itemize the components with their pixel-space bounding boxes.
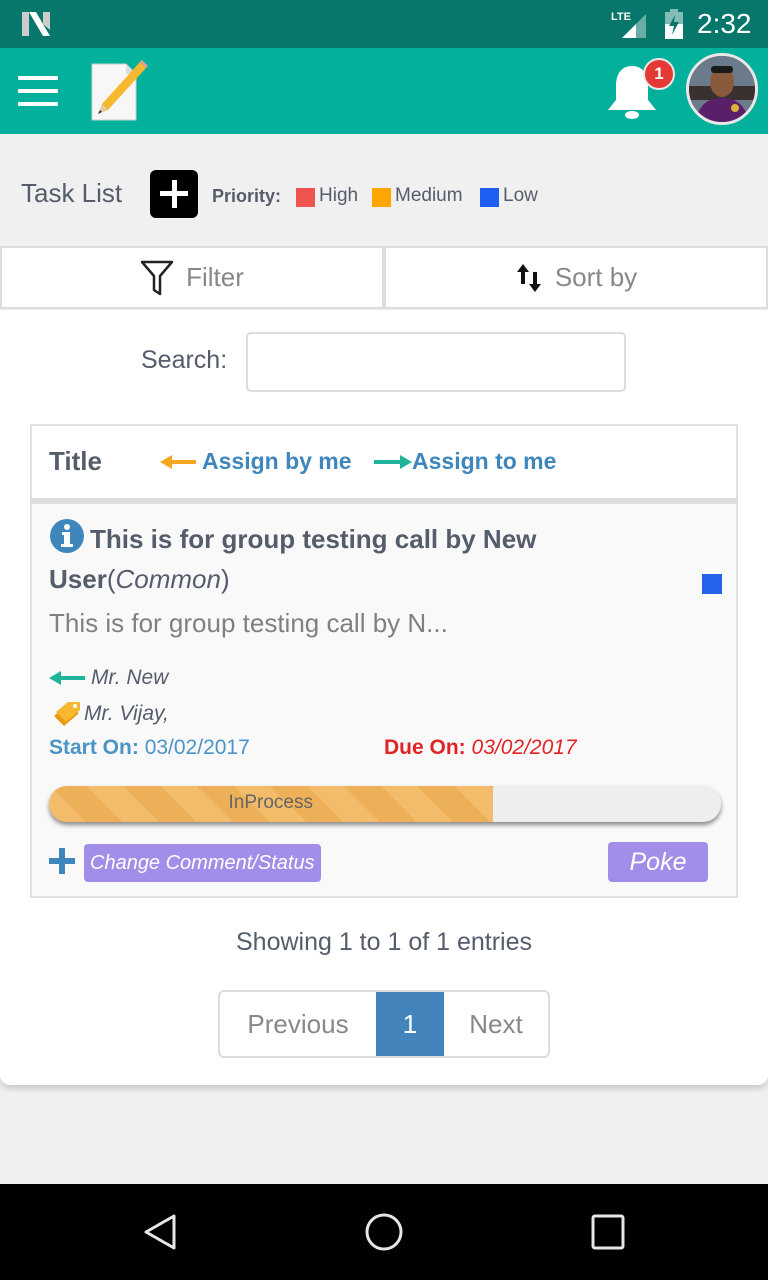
due-date: Due On: 03/02/2017 xyxy=(384,736,577,760)
table-header: Title Assign by me Assign to me xyxy=(30,424,738,500)
user-avatar[interactable] xyxy=(686,53,758,125)
search-label: Search: xyxy=(141,346,228,374)
priority-indicator xyxy=(702,574,722,594)
plus-icon[interactable] xyxy=(49,848,75,874)
status-progress-bar: InProcess xyxy=(49,786,721,822)
page-title: Task List xyxy=(21,178,123,208)
task-title[interactable]: This is for group testing call by New xyxy=(90,524,536,555)
start-date-label: Start On: xyxy=(49,736,139,759)
legend-medium: Medium xyxy=(372,184,463,207)
battery-icon xyxy=(665,9,683,39)
poke-button[interactable]: Poke xyxy=(608,842,708,882)
high-swatch xyxy=(296,188,315,207)
home-icon[interactable] xyxy=(364,1212,404,1252)
search-input[interactable] xyxy=(246,332,626,392)
app-bar: 1 xyxy=(0,48,768,134)
tags-icon xyxy=(54,702,80,726)
info-icon[interactable] xyxy=(49,518,85,554)
legend-label: High xyxy=(319,184,359,206)
due-date-value: 03/02/2017 xyxy=(471,736,577,759)
recents-icon[interactable] xyxy=(590,1212,626,1252)
next-page-button[interactable]: Next xyxy=(444,992,548,1056)
assign-by-me-label: Assign by me xyxy=(202,448,352,474)
status-bar: LTE 2:32 xyxy=(0,0,768,48)
sort-label: Sort by xyxy=(554,262,638,292)
filter-label: Filter xyxy=(186,262,244,292)
page-1-button[interactable]: 1 xyxy=(376,992,444,1056)
svg-text:LTE: LTE xyxy=(611,11,631,23)
assigned-to-name: Mr. Vijay, xyxy=(84,702,169,725)
assign-to-me-label: Assign to me xyxy=(412,448,557,474)
notepad-pencil-logo xyxy=(91,60,148,121)
change-comment-status-button[interactable]: Change Comment/Status xyxy=(84,844,321,882)
start-date: Start On: 03/02/2017 xyxy=(49,736,250,760)
status-label: InProcess xyxy=(228,792,313,813)
start-date-value: 03/02/2017 xyxy=(144,736,250,759)
notification-badge: 1 xyxy=(643,58,675,90)
left-arrow-icon xyxy=(49,671,85,685)
legend-label: Medium xyxy=(395,184,463,206)
sort-icon xyxy=(516,263,541,292)
title-column-header[interactable]: Title xyxy=(49,446,102,477)
entries-info: Showing 1 to 1 of 1 entries xyxy=(235,928,533,956)
sort-button[interactable]: Sort by xyxy=(384,246,768,309)
table-row: This is for group testing call by New Us… xyxy=(30,504,738,898)
assign-to-me-link[interactable]: Assign to me xyxy=(374,448,556,475)
filter-icon xyxy=(140,260,174,295)
menu-icon[interactable] xyxy=(18,76,58,106)
task-group: Common xyxy=(115,564,221,594)
back-icon[interactable] xyxy=(140,1212,180,1252)
assign-by-me-link[interactable]: Assign by me xyxy=(160,448,352,475)
legend-label: Low xyxy=(503,184,538,206)
task-panel: Search: Title Assign by me Assign to me … xyxy=(0,310,768,1085)
lte-signal-icon: LTE xyxy=(611,11,646,38)
priority-label: Priority: xyxy=(212,186,282,206)
add-task-button[interactable] xyxy=(150,170,198,218)
medium-swatch xyxy=(372,188,391,207)
due-date-label: Due On: xyxy=(384,736,466,759)
legend-low: Low xyxy=(480,184,538,207)
task-title-line2: User xyxy=(49,564,107,594)
android-n-icon xyxy=(22,12,50,36)
previous-page-button[interactable]: Previous xyxy=(220,992,376,1056)
pagination: Previous 1 Next xyxy=(218,990,550,1058)
filter-button[interactable]: Filter xyxy=(0,246,384,309)
assigned-by-name: Mr. New xyxy=(91,666,169,689)
assigned-by: Mr. New xyxy=(49,666,168,690)
low-swatch xyxy=(480,188,499,207)
system-nav-bar xyxy=(0,1184,768,1280)
task-description: This is for group testing call by N... xyxy=(49,608,448,638)
avatar-photo xyxy=(689,56,755,122)
task-title-continued: User(Common) xyxy=(49,564,230,594)
task-list-heading: Task List Priority: High Medium Low xyxy=(0,166,768,222)
assigned-to: Mr. Vijay, xyxy=(52,700,169,728)
left-arrow-icon xyxy=(160,454,196,469)
right-arrow-icon xyxy=(374,454,412,469)
clock: 2:32 xyxy=(697,8,752,39)
legend-high: High xyxy=(296,184,358,207)
